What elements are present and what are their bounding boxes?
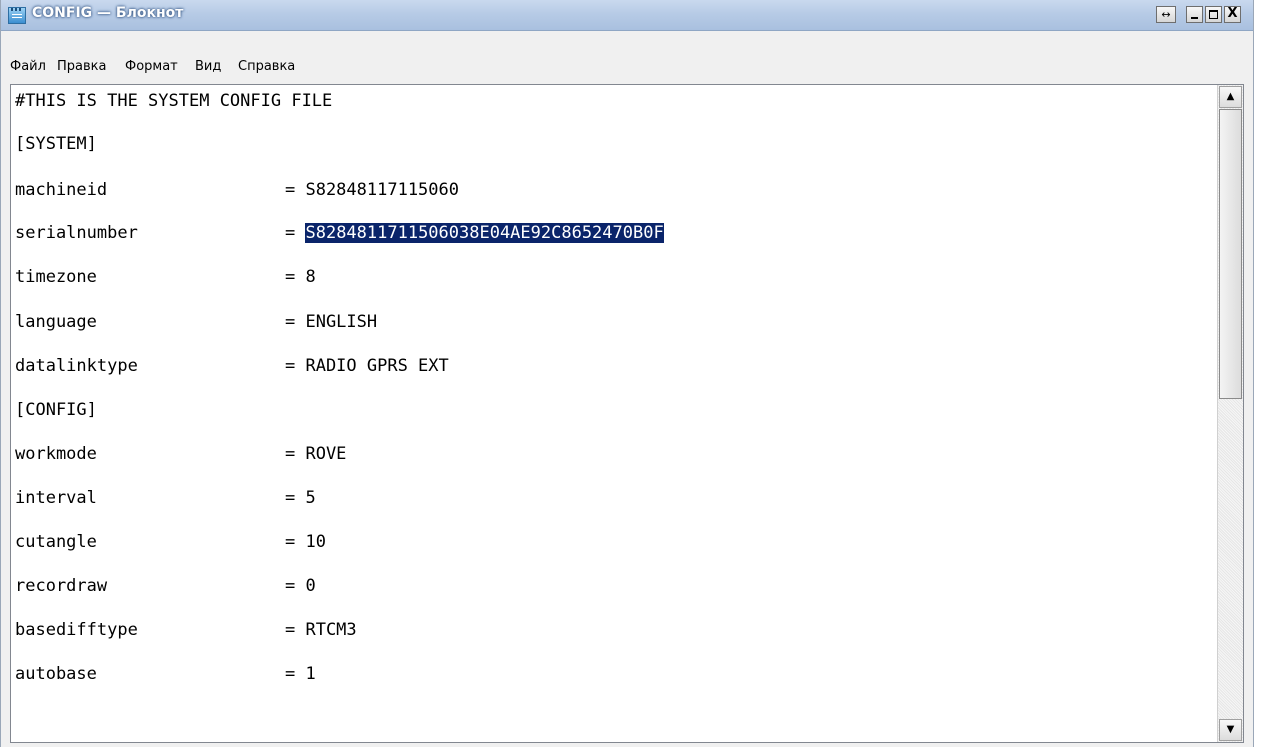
config-value: = 1 [285, 664, 316, 684]
config-value: = RTCM3 [285, 620, 357, 640]
config-value: = S82848117115060 [285, 180, 459, 200]
text-editor[interactable]: #THIS IS THE SYSTEM CONFIG FILE [SYSTEM]… [10, 84, 1244, 743]
close-button[interactable]: X [1224, 6, 1241, 23]
resize-arrows-button[interactable]: ↔ [1156, 6, 1176, 23]
config-key: machineid [15, 180, 108, 200]
menu-view[interactable]: Вид [195, 59, 221, 74]
maximize-button[interactable] [1205, 6, 1222, 23]
config-key: timezone [15, 267, 97, 287]
config-key: workmode [15, 444, 97, 464]
text-line: #THIS IS THE SYSTEM CONFIG FILE [15, 91, 333, 111]
menu-edit[interactable]: Правка [57, 59, 106, 74]
menu-help[interactable]: Справка [238, 59, 295, 74]
scroll-up-button[interactable]: ▲ [1219, 86, 1242, 108]
value-prefix: = [285, 223, 306, 243]
config-key: recordraw [15, 576, 108, 596]
menu-bar: Файл Правка Формат Вид Справка [1, 56, 1253, 80]
config-line-timezone: timezone = 8 [15, 266, 316, 288]
config-value: = S8284811711506038E04AE92C8652470B0F [285, 222, 664, 244]
config-line-recordraw: recordraw = 0 [15, 575, 316, 597]
config-line-serialnumber: serialnumber = S8284811711506038E04AE92C… [15, 222, 664, 244]
config-key: language [15, 312, 97, 332]
menu-format[interactable]: Формат [125, 59, 178, 74]
config-line-language: language = ENGLISH [15, 311, 377, 333]
notepad-icon [8, 7, 26, 24]
menu-file[interactable]: Файл [10, 59, 46, 74]
config-key: autobase [15, 664, 97, 684]
config-line-datalinktype: datalinktype = RADIO GPRS EXT [15, 355, 449, 377]
config-value: = ROVE [285, 444, 347, 464]
config-key: serialnumber [15, 223, 138, 243]
config-line-cutangle: cutangle = 10 [15, 531, 326, 553]
config-value: = 0 [285, 576, 316, 596]
config-key: cutangle [15, 532, 97, 552]
text-content[interactable]: #THIS IS THE SYSTEM CONFIG FILE [SYSTEM]… [13, 85, 1217, 742]
config-line-basedifftype: basedifftype = RTCM3 [15, 619, 357, 641]
notepad-window: CONFIG — Блокнот ↔ X Файл Правка Формат … [0, 0, 1254, 747]
minimize-button[interactable] [1186, 6, 1203, 23]
vertical-scrollbar[interactable]: ▲ ▼ [1217, 85, 1243, 742]
title-bar[interactable]: CONFIG — Блокнот ↔ X [1, 0, 1253, 31]
config-key: interval [15, 488, 97, 508]
config-line-machineid: machineid = S82848117115060 [15, 179, 459, 201]
config-line-workmode: workmode = ROVE [15, 443, 346, 465]
scroll-down-button[interactable]: ▼ [1219, 719, 1242, 741]
window-title: CONFIG — Блокнот [32, 5, 184, 21]
config-value: = 10 [285, 532, 326, 552]
config-key: basedifftype [15, 620, 138, 640]
text-line: [CONFIG] [15, 400, 97, 420]
config-value: = ENGLISH [285, 312, 378, 332]
config-value: = RADIO GPRS EXT [285, 356, 449, 376]
text-line: [SYSTEM] [15, 134, 97, 154]
config-key: datalinktype [15, 356, 138, 376]
config-line-interval: interval = 5 [15, 487, 316, 509]
config-line-autobase: autobase = 1 [15, 663, 316, 685]
selected-text[interactable]: S8284811711506038E04AE92C8652470B0F [305, 223, 664, 243]
scroll-thumb[interactable] [1219, 109, 1242, 399]
config-value: = 8 [285, 267, 316, 287]
config-value: = 5 [285, 488, 316, 508]
